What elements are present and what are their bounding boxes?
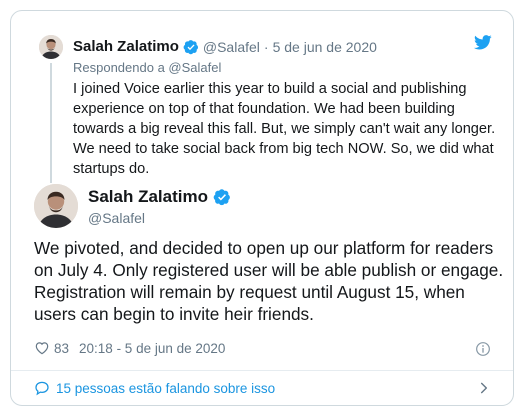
conversation-label[interactable]: 15 pessoas estão falando sobre isso: [56, 381, 275, 396]
chevron-right-icon[interactable]: [477, 381, 491, 395]
parent-tweet-header: Salah Zalatimo @Salafel · 5 de jun de 20…: [73, 38, 377, 55]
parent-handle[interactable]: @Salafel: [203, 39, 260, 55]
heart-icon[interactable]: [34, 340, 50, 356]
tweet-meta-row: 83 20:18 - 5 de jun de 2020: [34, 340, 225, 356]
verified-badge-icon: [183, 39, 198, 54]
main-avatar[interactable]: [34, 184, 78, 228]
replying-to[interactable]: Respondendo a @Salafel: [73, 60, 221, 75]
separator-dot: ·: [263, 38, 269, 55]
info-icon[interactable]: [475, 341, 491, 357]
speech-bubble-icon: [35, 381, 49, 396]
main-tweet-text: We pivoted, and decided to open up our p…: [34, 238, 504, 324]
divider: [11, 370, 513, 371]
parent-date-link[interactable]: 5 de jun de 2020: [273, 39, 377, 55]
like-count[interactable]: 83: [54, 341, 69, 356]
conversation-link[interactable]: 15 pessoas estão falando sobre isso: [34, 380, 275, 396]
avatar-image: [34, 184, 78, 228]
thread-line: [50, 63, 52, 183]
main-display-name[interactable]: Salah Zalatimo: [88, 187, 208, 207]
parent-tweet-text: I joined Voice earlier this year to buil…: [73, 81, 496, 177]
main-handle[interactable]: @Salafel: [88, 210, 145, 226]
parent-display-name[interactable]: Salah Zalatimo: [73, 38, 179, 55]
twitter-bird-icon[interactable]: [474, 35, 492, 50]
tweet-timestamp[interactable]: 20:18 - 5 de jun de 2020: [79, 341, 225, 356]
avatar-image: [39, 35, 63, 59]
verified-badge-icon: [213, 189, 230, 206]
parent-avatar[interactable]: [39, 35, 63, 59]
main-display-name-row: Salah Zalatimo: [88, 187, 235, 207]
embedded-tweet-card[interactable]: Salah Zalatimo @Salafel · 5 de jun de 20…: [10, 10, 514, 406]
